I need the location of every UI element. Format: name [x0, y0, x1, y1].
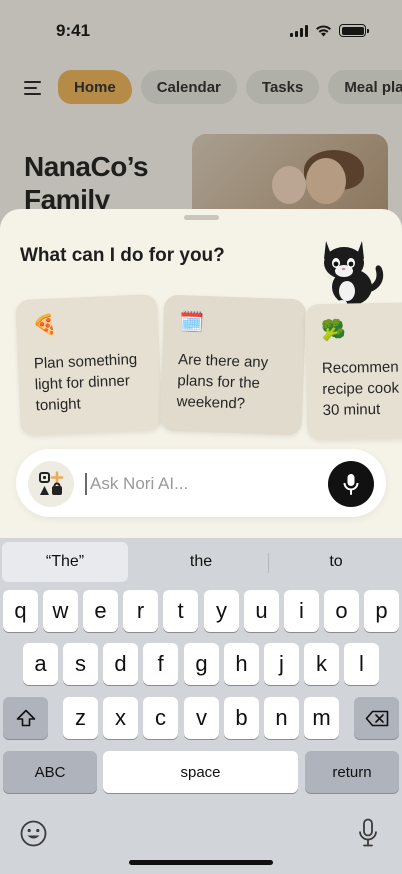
backspace-icon — [365, 710, 388, 726]
key-z[interactable]: z — [63, 697, 98, 739]
delete-key[interactable] — [354, 697, 399, 739]
key-e[interactable]: e — [83, 590, 118, 632]
suggestion-card-text: Are there any plans for the weekend? — [176, 351, 269, 413]
key-m[interactable]: m — [304, 697, 339, 739]
sheet-title: What can I do for you? — [20, 245, 225, 266]
calendar-icon: 🗓️ — [179, 311, 205, 334]
key-f[interactable]: f — [143, 643, 178, 685]
key-p[interactable]: p — [364, 590, 399, 632]
keyboard: “The” the to q w e r t y u i o p a s d f… — [0, 538, 402, 874]
key-o[interactable]: o — [324, 590, 359, 632]
key-t[interactable]: t — [163, 590, 198, 632]
suggestion-divider — [268, 553, 269, 573]
return-key[interactable]: return — [305, 751, 399, 793]
microphone-icon — [343, 474, 359, 495]
key-y[interactable]: y — [204, 590, 239, 632]
abc-key[interactable]: ABC — [3, 751, 97, 793]
key-a[interactable]: a — [23, 643, 58, 685]
broccoli-icon: 🥦 — [321, 319, 347, 342]
key-x[interactable]: x — [103, 697, 138, 739]
suggestion-card-text: Recommen recipe cook in 30 minut — [321, 358, 402, 419]
key-s[interactable]: s — [63, 643, 98, 685]
home-indicator[interactable] — [129, 860, 273, 865]
key-n[interactable]: n — [264, 697, 299, 739]
add-attachment-button[interactable] — [28, 461, 74, 507]
suggestion-card-weekend[interactable]: 🗓️ Are there any plans for the weekend? — [159, 294, 307, 436]
key-l[interactable]: l — [344, 643, 379, 685]
key-i[interactable]: i — [284, 590, 319, 632]
key-j[interactable]: j — [264, 643, 299, 685]
key-g[interactable]: g — [184, 643, 219, 685]
key-q[interactable]: q — [3, 590, 38, 632]
suggestion-card-text: Plan something light for dinner tonight — [33, 350, 138, 415]
predictive-bar: “The” the to — [0, 542, 402, 582]
suggestion-the[interactable]: the — [134, 542, 268, 582]
key-b[interactable]: b — [224, 697, 259, 739]
suggestion-card-recipe[interactable]: 🥦 Recommen recipe cook in 30 minut — [304, 301, 402, 441]
voice-input-button[interactable] — [328, 461, 374, 507]
shift-icon — [16, 709, 35, 727]
key-v[interactable]: v — [184, 697, 219, 739]
shift-key[interactable] — [3, 697, 48, 739]
pizza-icon: 🍕 — [31, 314, 58, 338]
ask-nori-input[interactable] — [90, 471, 310, 497]
suggestion-card-dinner[interactable]: 🍕 Plan something light for dinner tonigh… — [15, 293, 163, 437]
chat-input-bar — [16, 449, 386, 517]
apps-plus-icon — [39, 471, 64, 495]
assistant-sheet: What can I do for you? 🍕 Plan something … — [0, 209, 402, 549]
sheet-grabber[interactable] — [184, 215, 219, 220]
key-k[interactable]: k — [304, 643, 339, 685]
text-caret — [85, 473, 87, 495]
suggestion-cards: 🍕 Plan something light for dinner tonigh… — [0, 293, 402, 443]
key-c[interactable]: c — [143, 697, 178, 739]
key-d[interactable]: d — [103, 643, 138, 685]
suggestion-quoted-the[interactable]: “The” — [2, 542, 128, 582]
space-key[interactable]: space — [103, 751, 298, 793]
key-w[interactable]: w — [43, 590, 78, 632]
key-u[interactable]: u — [244, 590, 279, 632]
key-r[interactable]: r — [123, 590, 158, 632]
emoji-icon[interactable] — [20, 820, 47, 847]
dictation-microphone-icon[interactable] — [358, 818, 378, 848]
suggestion-to[interactable]: to — [270, 542, 402, 582]
key-h[interactable]: h — [224, 643, 259, 685]
